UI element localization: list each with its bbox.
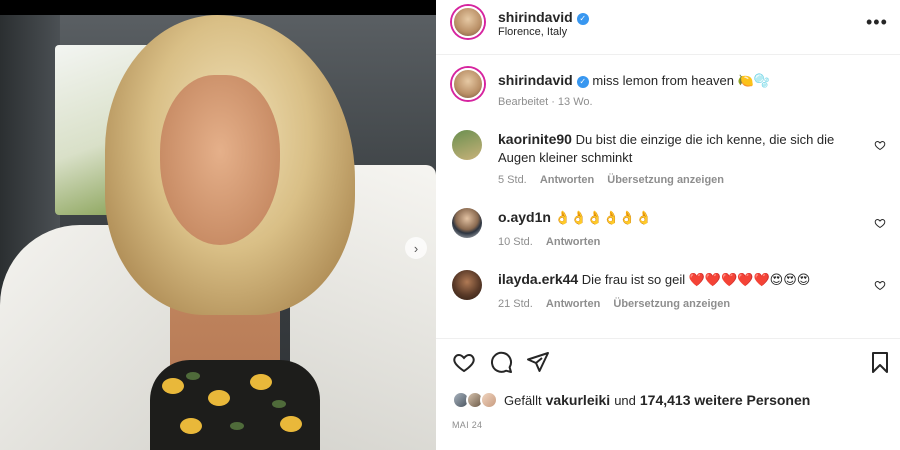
commenter-avatar[interactable]: [452, 208, 482, 238]
liker-username[interactable]: vakurleiki: [546, 392, 611, 408]
divider: [436, 338, 900, 339]
comment-text: o.ayd1n 👌👌👌👌👌👌: [498, 208, 838, 227]
comment-text: ilayda.erk44 Die frau ist so geil ❤️❤️❤️…: [498, 270, 838, 289]
comment-meta: 21 Std. Antworten Übersetzung anzeigen: [498, 298, 740, 310]
liker-avatar: [480, 391, 498, 409]
comment-time: 5 Std.: [498, 174, 527, 186]
likes-count[interactable]: 174,413 weitere Personen: [640, 392, 810, 408]
comment-time: 21 Std.: [498, 298, 533, 310]
caption-meta: Bearbeitet · 13 Wo.: [498, 96, 593, 108]
commenter-username[interactable]: o.ayd1n: [498, 209, 551, 225]
likes-prefix: Gefällt: [504, 392, 542, 408]
heart-icon[interactable]: [874, 279, 886, 291]
face: [160, 75, 280, 245]
caption-avatar[interactable]: [452, 68, 484, 100]
verified-badge-icon: ✓: [576, 12, 589, 25]
reply-button[interactable]: Antworten: [546, 298, 600, 310]
heart-icon[interactable]: [874, 139, 886, 151]
comment-meta: 10 Std. Antworten: [498, 236, 610, 248]
lemon-top: [150, 360, 320, 450]
translate-button[interactable]: Übersetzung anzeigen: [613, 298, 730, 310]
comment-body: 👌👌👌👌👌👌: [554, 210, 652, 225]
reply-button[interactable]: Antworten: [546, 236, 600, 248]
next-image-button[interactable]: ›: [405, 237, 427, 259]
image-top-bar: [0, 0, 436, 15]
post-date: MAI 24: [452, 420, 483, 430]
like-heart-icon[interactable]: [452, 350, 476, 374]
likes-summary[interactable]: Gefällt vakurleiki und 174,413 weitere P…: [452, 390, 810, 410]
commenter-username[interactable]: ilayda.erk44: [498, 271, 578, 287]
commenter-username[interactable]: kaorinite90: [498, 131, 572, 147]
liker-avatars: [452, 390, 504, 410]
chevron-right-icon: ›: [413, 240, 419, 256]
comment-body: Die frau ist so geil ❤️❤️❤️❤️❤️😍😍😍: [581, 272, 811, 287]
caption-text: shirindavid ✓ miss lemon from heaven 🍋🫧: [498, 72, 770, 89]
author-username[interactable]: shirindavid ✓: [498, 9, 589, 25]
verified-badge-icon: ✓: [576, 75, 589, 88]
heart-icon[interactable]: [874, 217, 886, 229]
commenter-avatar[interactable]: [452, 270, 482, 300]
post-location[interactable]: Florence, Italy: [498, 26, 567, 38]
more-options-button[interactable]: •••: [866, 12, 888, 33]
share-icon[interactable]: [526, 350, 550, 374]
reply-button[interactable]: Antworten: [540, 174, 594, 186]
likes-connector: und: [614, 392, 636, 408]
comment-icon[interactable]: [489, 350, 513, 374]
bookmark-icon[interactable]: [868, 350, 892, 374]
comment-time: 10 Std.: [498, 236, 533, 248]
author-avatar[interactable]: [452, 6, 484, 38]
post-header: shirindavid ✓ Florence, Italy •••: [436, 0, 900, 55]
post-side-panel: shirindavid ✓ Florence, Italy ••• shirind…: [436, 0, 900, 450]
caption-body: miss lemon from heaven 🍋🫧: [592, 73, 770, 88]
post-image[interactable]: ›: [0, 15, 436, 450]
translate-button[interactable]: Übersetzung anzeigen: [607, 174, 724, 186]
caption-username[interactable]: shirindavid: [498, 72, 573, 88]
action-bar: [452, 350, 892, 376]
comment-text: kaorinite90 Du bist die einzige die ich …: [498, 130, 838, 167]
commenter-avatar[interactable]: [452, 130, 482, 160]
comment-meta: 5 Std. Antworten Übersetzung anzeigen: [498, 174, 734, 186]
